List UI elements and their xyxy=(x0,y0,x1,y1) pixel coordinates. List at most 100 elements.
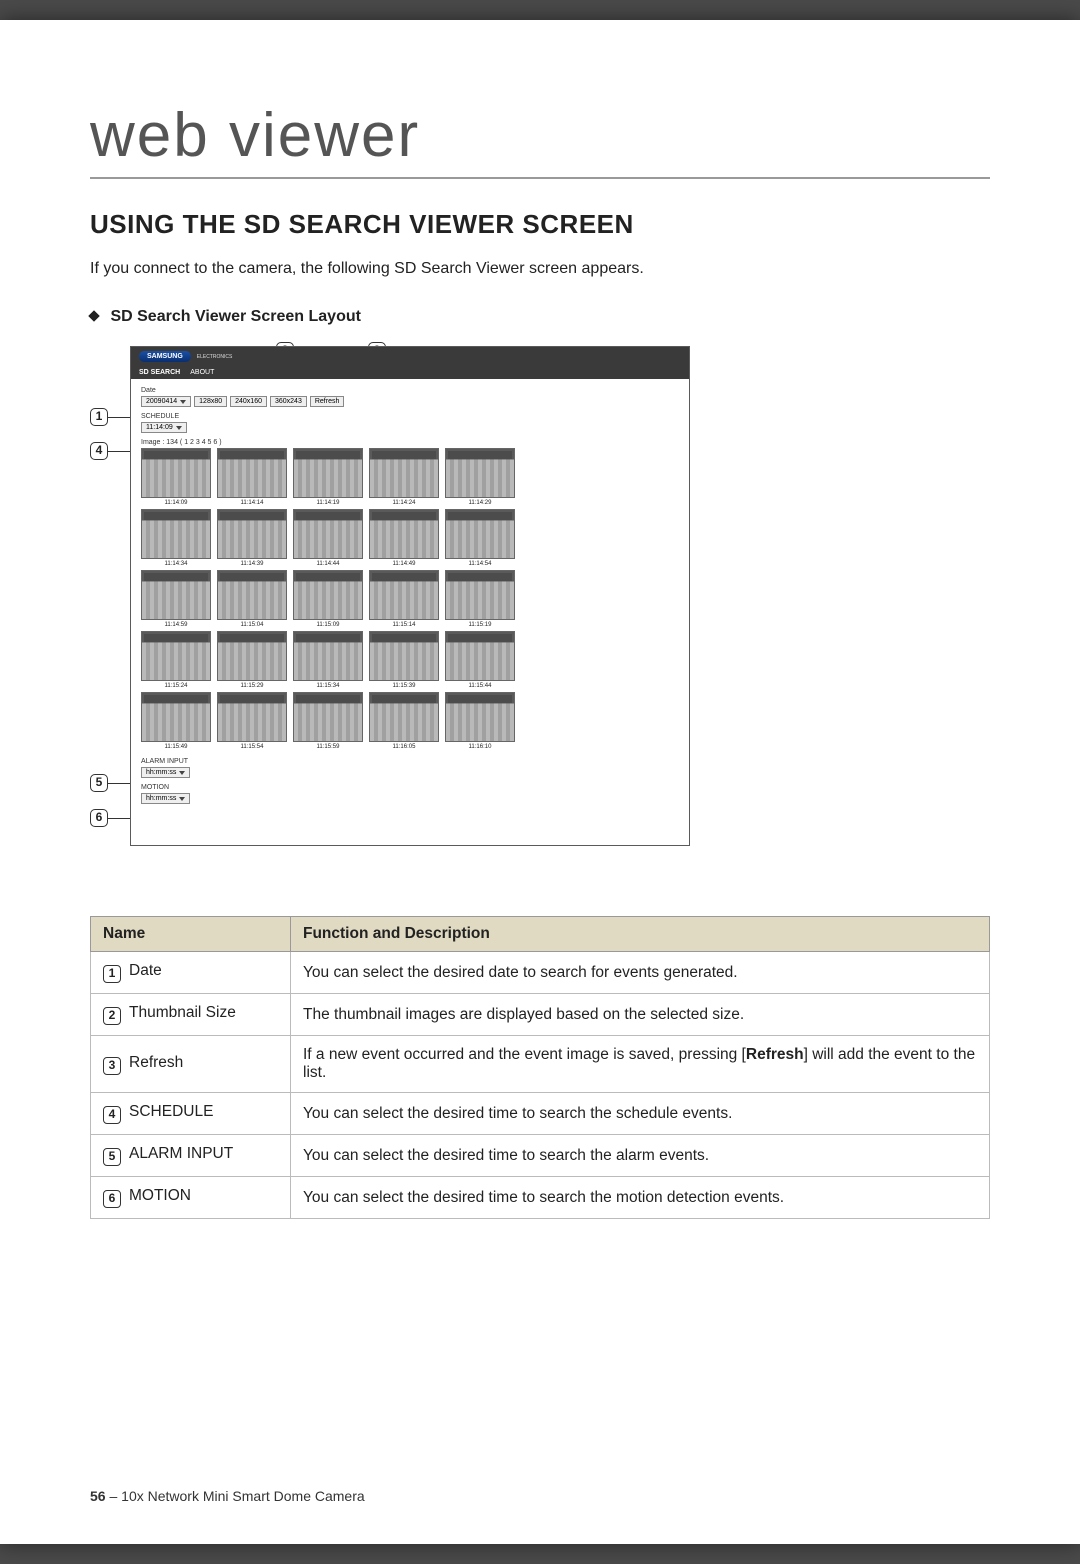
screenshot-wrapper: 1 2 3 4 5 6 SAMSUNG ELECTRONICS SD SEARC… xyxy=(130,346,990,846)
thumb-size-360[interactable]: 360x243 xyxy=(270,396,307,407)
thumbnail-item[interactable]: 11:15:04 xyxy=(217,570,287,628)
table-name-cell: 3Refresh xyxy=(91,1036,291,1093)
section-title: USING THE SD SEARCH VIEWER SCREEN xyxy=(90,209,990,240)
row-number-badge: 4 xyxy=(103,1106,121,1124)
thumbnail-item[interactable]: 11:15:34 xyxy=(293,631,363,689)
thumbnail-timestamp: 11:14:24 xyxy=(369,498,439,506)
callout-5: 5 xyxy=(90,774,108,792)
thumbnail-item[interactable]: 11:15:54 xyxy=(217,692,287,750)
page-header: web viewer xyxy=(90,100,990,179)
thumbnail-item[interactable]: 11:14:24 xyxy=(369,448,439,506)
row-number-badge: 3 xyxy=(103,1057,121,1075)
table-row: 1 Date You can select the desired date to … xyxy=(91,952,990,994)
thumbnail-timestamp: 11:14:19 xyxy=(293,498,363,506)
thumbnail-timestamp: 11:15:34 xyxy=(293,681,363,689)
thumbnail-image xyxy=(141,448,211,498)
manual-page: web viewer USING THE SD SEARCH VIEWER SC… xyxy=(0,20,1080,1544)
thumbnail-image xyxy=(445,570,515,620)
thumbnail-item[interactable]: 11:15:49 xyxy=(141,692,211,750)
thumbnail-image xyxy=(141,631,211,681)
refresh-button[interactable]: Refresh xyxy=(310,396,345,407)
app-screenshot: SAMSUNG ELECTRONICS SD SEARCH ABOUT Date… xyxy=(130,346,690,846)
menu-about[interactable]: ABOUT xyxy=(190,369,214,376)
thumbnail-timestamp: 11:14:44 xyxy=(293,559,363,567)
image-page-label: Image : 134 ( 1 2 3 4 5 6 ) xyxy=(141,439,679,446)
thumbnail-timestamp: 11:15:29 xyxy=(217,681,287,689)
thumbnail-image xyxy=(445,692,515,742)
thumbnail-image xyxy=(217,631,287,681)
alarm-label: ALARM INPUT xyxy=(141,758,679,765)
thumbnail-item[interactable]: 11:15:29 xyxy=(217,631,287,689)
thumbnail-item[interactable]: 11:14:59 xyxy=(141,570,211,628)
brand-logo: SAMSUNG xyxy=(139,351,191,362)
thumbnail-item[interactable]: 11:14:14 xyxy=(217,448,287,506)
alarm-time-value: hh:mm:ss xyxy=(146,769,176,776)
thumbnail-item[interactable]: 11:14:44 xyxy=(293,509,363,567)
thumbnail-timestamp: 11:15:49 xyxy=(141,742,211,750)
thumbnail-timestamp: 11:16:10 xyxy=(445,742,515,750)
thumbnail-item[interactable]: 11:15:14 xyxy=(369,570,439,628)
thumbnail-timestamp: 11:15:44 xyxy=(445,681,515,689)
thumb-size-128[interactable]: 128x80 xyxy=(194,396,227,407)
thumbnail-item[interactable]: 11:15:09 xyxy=(293,570,363,628)
thumbnail-image xyxy=(293,448,363,498)
chevron-down-icon xyxy=(176,426,182,430)
app-body: Date 20090414 128x80 240x160 360x243 Ref… xyxy=(131,379,689,818)
thumbnail-item[interactable]: 11:16:10 xyxy=(445,692,515,750)
schedule-label: SCHEDULE xyxy=(141,413,679,420)
motion-time-value: hh:mm:ss xyxy=(146,795,176,802)
row-number-badge: 1 xyxy=(103,965,121,983)
page-footer: 56 – 10x Network Mini Smart Dome Camera xyxy=(90,1488,365,1504)
thumbnail-item[interactable]: 11:14:19 xyxy=(293,448,363,506)
thumbnail-item[interactable]: 11:14:49 xyxy=(369,509,439,567)
date-select[interactable]: 20090414 xyxy=(141,396,191,407)
table-desc-cell: If a new event occurred and the event im… xyxy=(291,1036,990,1093)
chevron-down-icon xyxy=(179,797,185,801)
thumbnail-item[interactable]: 11:15:59 xyxy=(293,692,363,750)
table-desc-cell: You can select the desired date to searc… xyxy=(291,952,990,994)
thumbnail-item[interactable]: 11:14:09 xyxy=(141,448,211,506)
thumbnail-timestamp: 11:14:39 xyxy=(217,559,287,567)
thumb-size-240[interactable]: 240x160 xyxy=(230,396,267,407)
thumbnail-item[interactable]: 11:15:19 xyxy=(445,570,515,628)
thumbnail-item[interactable]: 11:14:34 xyxy=(141,509,211,567)
callout-6: 6 xyxy=(90,809,108,827)
table-name-cell: 5ALARM INPUT xyxy=(91,1135,291,1177)
thumbnail-timestamp: 11:15:59 xyxy=(293,742,363,750)
thumbnail-item[interactable]: 11:14:54 xyxy=(445,509,515,567)
thumbnail-item[interactable]: 11:14:29 xyxy=(445,448,515,506)
row-name-label: Date xyxy=(129,962,162,979)
table-name-cell: 6MOTION xyxy=(91,1177,291,1219)
menu-sd-search[interactable]: SD SEARCH xyxy=(139,369,180,376)
brand-sub: ELECTRONICS xyxy=(197,354,233,360)
table-row: 4SCHEDULEYou can select the desired time… xyxy=(91,1093,990,1135)
thumbnail-item[interactable]: 11:15:39 xyxy=(369,631,439,689)
thumbnail-item[interactable]: 11:15:24 xyxy=(141,631,211,689)
thumbnail-item[interactable]: 11:15:44 xyxy=(445,631,515,689)
thumbnail-image xyxy=(369,570,439,620)
schedule-time-select[interactable]: 11:14:09 xyxy=(141,422,187,433)
row-number-badge: 5 xyxy=(103,1148,121,1166)
thumbnail-image xyxy=(141,570,211,620)
table-name-cell: 1 Date xyxy=(91,952,291,994)
table-desc-cell: You can select the desired time to searc… xyxy=(291,1177,990,1219)
table-row: 6MOTIONYou can select the desired time t… xyxy=(91,1177,990,1219)
thumbnail-item[interactable]: 11:14:39 xyxy=(217,509,287,567)
alarm-time-select[interactable]: hh:mm:ss xyxy=(141,767,190,778)
motion-time-select[interactable]: hh:mm:ss xyxy=(141,793,190,804)
table-head-desc: Function and Description xyxy=(291,917,990,952)
callout-4: 4 xyxy=(90,442,108,460)
thumbnail-item[interactable]: 11:16:05 xyxy=(369,692,439,750)
table-name-cell: 4SCHEDULE xyxy=(91,1093,291,1135)
thumbnail-timestamp: 11:14:59 xyxy=(141,620,211,628)
thumbnail-image xyxy=(141,509,211,559)
date-label: Date xyxy=(141,387,679,394)
table-head-name: Name xyxy=(91,917,291,952)
chevron-down-icon xyxy=(179,771,185,775)
table-row: 5ALARM INPUTYou can select the desired t… xyxy=(91,1135,990,1177)
chevron-down-icon xyxy=(180,400,186,404)
thumbnail-timestamp: 11:14:34 xyxy=(141,559,211,567)
thumbnail-image xyxy=(293,631,363,681)
table-row: 3RefreshIf a new event occurred and the … xyxy=(91,1036,990,1093)
thumbnail-image xyxy=(445,448,515,498)
